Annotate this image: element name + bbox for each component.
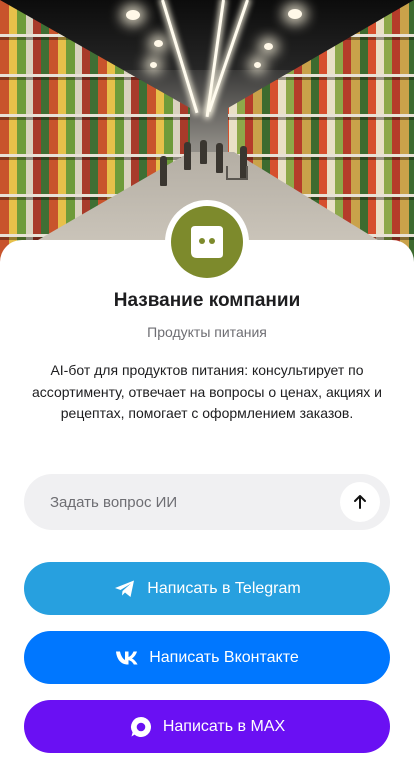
hero-cart [226, 166, 248, 180]
vk-icon [115, 646, 139, 670]
hero-lamp [150, 62, 157, 68]
hero-shopper [200, 140, 207, 164]
hero-shopper [184, 142, 191, 170]
hero-lamp [154, 40, 163, 47]
max-icon [129, 715, 153, 739]
vk-button-label: Написать Вконтакте [149, 648, 299, 666]
ask-ai-field[interactable] [24, 474, 390, 530]
telegram-icon [113, 577, 137, 601]
hero-lamp [254, 62, 261, 68]
company-description: AI-бот для продуктов питания: консультир… [32, 362, 382, 421]
telegram-button[interactable]: Написать в Telegram [24, 562, 390, 615]
ask-ai-input[interactable] [48, 481, 340, 523]
hero-shopper [216, 143, 223, 173]
arrow-up-icon [354, 495, 366, 509]
send-button[interactable] [340, 482, 380, 522]
hero-lamp [126, 10, 140, 20]
max-button[interactable]: Написать в MAX [24, 700, 390, 753]
hero-lamp [264, 43, 273, 50]
hero-shopper [160, 156, 167, 186]
telegram-button-label: Написать в Telegram [147, 579, 301, 597]
vk-button[interactable]: Написать Вконтакте [24, 631, 390, 684]
max-button-label: Написать в MAX [162, 717, 286, 735]
company-name: Название компании [113, 290, 301, 311]
company-avatar [165, 200, 249, 284]
chat-bot-icon [171, 206, 243, 278]
hero-lamp [288, 9, 302, 19]
company-category: Продукты питания [147, 324, 267, 340]
